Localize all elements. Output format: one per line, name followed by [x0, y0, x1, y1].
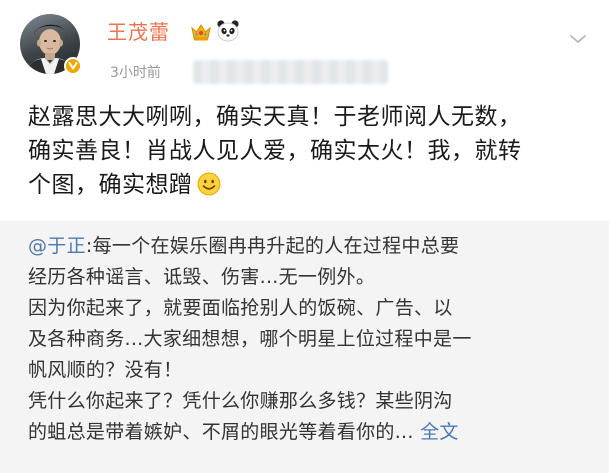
repost-line: @于正:每一个在娱乐圈冉冉升起的人在过程中总要: [28, 231, 593, 262]
repost-line: 帆风顺的？没有！: [28, 359, 183, 381]
repost-content: @于正:每一个在娱乐圈冉冉升起的人在过程中总要 经历各种谣言、诋毁、伤害...无…: [28, 231, 593, 448]
repost-line: 及各种商务...大家细想想，哪个明星上位过程中是一: [28, 328, 472, 350]
repost-line: 经历各种谣言、诋毁、伤害...无一例外。: [28, 266, 376, 288]
repost-line-text: 的蛆总是带着嫉妒、不屑的眼光等着看你的...: [28, 421, 414, 443]
post-line: 确实善良！肖战人见人爱，确实太火！我，就转: [28, 138, 522, 164]
weibo-post: 王茂蕾 3小时前 赵露思大大咧咧，确实天真！于老师阅人无数， 确实善良！肖战人见…: [0, 0, 609, 473]
crown-icon[interactable]: [190, 22, 212, 42]
repost-line: 凭什么你起来了？凭什么你赚那么多钱？某些阴沟: [28, 390, 453, 412]
post-line: 个图，确实想蹭: [28, 168, 593, 202]
panda-icon[interactable]: [216, 19, 240, 43]
verified-badge-icon: [64, 57, 82, 75]
smile-emoji-icon: [197, 172, 220, 196]
chevron-down-icon[interactable]: [568, 32, 588, 46]
post-line: 赵露思大大咧咧，确实天真！于老师阅人无数，: [28, 104, 522, 130]
repost-line-text: :每一个在娱乐圈冉冉升起的人在过程中总要: [85, 235, 460, 257]
repost-line: 因为你起来了，就要面临抢别人的饭碗、广告、以: [28, 297, 453, 319]
mention-link[interactable]: @于正: [28, 235, 86, 257]
repost-block[interactable]: @于正:每一个在娱乐圈冉冉升起的人在过程中总要 经历各种谣言、诋毁、伤害...无…: [0, 221, 609, 473]
post-time: 3小时前: [110, 65, 161, 81]
avatar[interactable]: [20, 14, 82, 75]
repost-line: 的蛆总是带着嫉妒、不屑的眼光等着看你的... 全文: [28, 417, 593, 448]
post-line-text: 个图，确实想蹭: [28, 172, 193, 198]
post-content: 赵露思大大咧咧，确实天真！于老师阅人无数， 确实善良！肖战人见人爱，确实太火！我…: [28, 100, 593, 202]
full-text-link[interactable]: 全文: [420, 421, 459, 443]
source-redacted: [193, 60, 388, 84]
user-name[interactable]: 王茂蕾: [107, 20, 170, 44]
